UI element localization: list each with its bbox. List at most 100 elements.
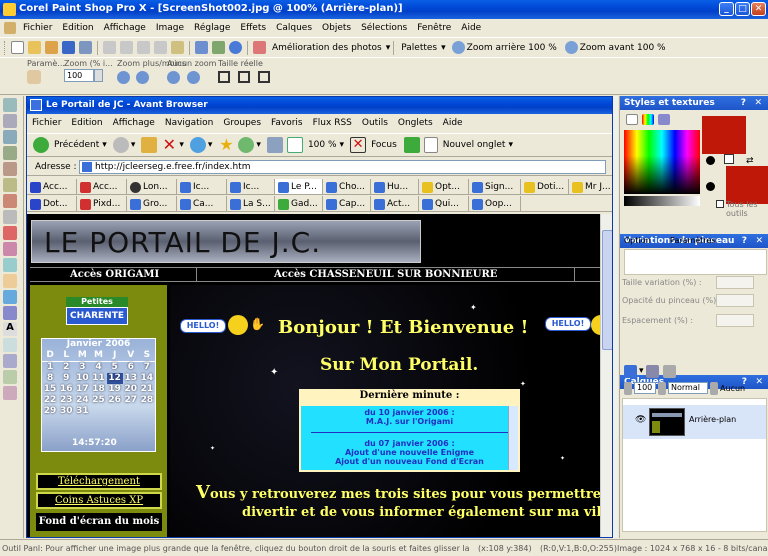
selection-tool[interactable] bbox=[3, 130, 17, 144]
news-scrollbar[interactable] bbox=[508, 406, 518, 470]
day-cell[interactable]: 1 bbox=[42, 362, 58, 373]
pan-tool-icon[interactable] bbox=[27, 70, 41, 84]
day-cell[interactable]: 14 bbox=[139, 373, 155, 384]
background-color-swatch[interactable] bbox=[726, 166, 768, 204]
tab-item[interactable]: Hu... bbox=[371, 179, 419, 194]
color-spectrum-picker[interactable] bbox=[624, 130, 700, 194]
texture-button-icon[interactable] bbox=[724, 154, 734, 164]
swatches-tab-icon[interactable] bbox=[658, 114, 670, 125]
browser-scrollbar[interactable] bbox=[600, 214, 612, 537]
paste-icon[interactable] bbox=[171, 41, 184, 54]
zoom-out-button[interactable]: Zoom arrière 100 % bbox=[467, 43, 557, 53]
straighten-tool[interactable] bbox=[3, 178, 17, 192]
zoom-window-icon[interactable] bbox=[187, 71, 200, 84]
day-cell[interactable]: 21 bbox=[139, 384, 155, 395]
lock-value[interactable]: Aucun bbox=[720, 384, 745, 393]
warp-brush-tool[interactable] bbox=[3, 370, 17, 384]
tab-item[interactable]: Dot... bbox=[27, 196, 77, 211]
color-replacer-tool[interactable] bbox=[3, 306, 17, 320]
chevron-down-icon[interactable]: ▾ bbox=[340, 140, 345, 150]
day-cell[interactable]: 31 bbox=[74, 406, 90, 417]
all-tools-checkbox[interactable] bbox=[716, 200, 724, 208]
day-cell[interactable]: 7 bbox=[139, 362, 155, 373]
focus-icon[interactable]: ✕ bbox=[350, 137, 367, 153]
day-cell[interactable]: 29 bbox=[42, 406, 58, 417]
red-eye-tool[interactable] bbox=[3, 194, 17, 208]
menu-reglage[interactable]: Réglage bbox=[189, 23, 235, 33]
day-cell[interactable]: 8 bbox=[42, 373, 58, 384]
forward-arrow-icon[interactable] bbox=[112, 137, 129, 153]
stop-icon[interactable]: ✕ bbox=[161, 137, 177, 153]
swap-colors-icon[interactable]: ⇄ bbox=[746, 156, 754, 166]
close-icon[interactable]: ✕ bbox=[754, 96, 762, 110]
zoom-out-icon[interactable] bbox=[451, 41, 465, 54]
back-arrow-icon[interactable] bbox=[33, 137, 49, 153]
menu-fichier[interactable]: Fichier bbox=[18, 23, 57, 33]
download-link-button[interactable]: Téléchargement bbox=[36, 473, 162, 490]
add-tab-icon[interactable] bbox=[403, 137, 420, 153]
day-cell[interactable]: 24 bbox=[74, 395, 90, 406]
chevron-down-icon[interactable]: ▾ bbox=[508, 140, 513, 150]
new-tab-button[interactable]: Nouvel onglet bbox=[443, 140, 506, 150]
crop-tool[interactable] bbox=[3, 162, 17, 176]
day-cell[interactable]: 6 bbox=[123, 362, 139, 373]
text-tool[interactable]: A bbox=[3, 322, 17, 336]
minimize-button[interactable]: _ bbox=[719, 2, 734, 16]
browser-zoom-value[interactable]: 100 % bbox=[308, 140, 337, 150]
day-cell[interactable]: 17 bbox=[74, 384, 90, 395]
new-layer-icon[interactable] bbox=[624, 364, 637, 378]
address-input[interactable]: http://jcleerseg.e.free.fr/index.htm bbox=[79, 160, 606, 174]
day-cell[interactable]: 19 bbox=[107, 384, 123, 395]
day-cell[interactable]: 30 bbox=[58, 406, 74, 417]
screenshot-icon[interactable] bbox=[195, 41, 208, 54]
paint-brush-tool[interactable] bbox=[3, 226, 17, 240]
day-cell[interactable]: 25 bbox=[90, 395, 106, 406]
eraser-tool[interactable] bbox=[3, 274, 17, 288]
info-icon[interactable] bbox=[229, 41, 242, 54]
tab-item[interactable]: Cap... bbox=[323, 196, 371, 211]
browser-menu-edition[interactable]: Edition bbox=[66, 118, 107, 128]
lighten-tool[interactable] bbox=[3, 258, 17, 272]
chevron-down-icon[interactable]: ▾ bbox=[386, 43, 391, 53]
undo-icon[interactable] bbox=[103, 41, 116, 54]
fit-image-icon[interactable] bbox=[258, 71, 270, 83]
mask-icon[interactable] bbox=[645, 364, 659, 378]
tab-item[interactable]: Ic... bbox=[177, 179, 227, 194]
tab-item[interactable]: Qui... bbox=[419, 196, 469, 211]
zoom-percent-input[interactable]: 100 bbox=[64, 69, 94, 82]
menu-image[interactable]: Image bbox=[151, 23, 189, 33]
day-cell[interactable]: 27 bbox=[123, 395, 139, 406]
zoom-in-button[interactable]: Zoom avant 100 % bbox=[580, 43, 666, 53]
menu-aide[interactable]: Aide bbox=[456, 23, 486, 33]
day-cell[interactable]: 28 bbox=[139, 395, 155, 406]
browser-menu-favoris[interactable]: Favoris bbox=[266, 118, 308, 128]
open-folder-icon[interactable] bbox=[28, 41, 41, 54]
back-button[interactable]: Précédent bbox=[54, 140, 99, 150]
day-cell[interactable]: 18 bbox=[90, 384, 106, 395]
scrollbar-thumb[interactable] bbox=[602, 230, 612, 350]
grayscale-strip[interactable] bbox=[624, 196, 700, 206]
tab-item[interactable]: Sign... bbox=[469, 179, 521, 194]
rainbow-tab-icon[interactable] bbox=[642, 114, 654, 125]
brush-variations-list[interactable] bbox=[624, 249, 767, 275]
tab-item[interactable]: Oop... bbox=[469, 196, 521, 211]
style-button-icon[interactable] bbox=[706, 182, 715, 191]
foreground-color-swatch[interactable] bbox=[702, 116, 746, 154]
browser-menu-onglets[interactable]: Onglets bbox=[393, 118, 438, 128]
browser-menu-groupes[interactable]: Groupes bbox=[218, 118, 266, 128]
layer-row-background[interactable]: 👁 Arrière-plan bbox=[623, 405, 766, 439]
day-cell-today[interactable]: 12 bbox=[106, 373, 123, 384]
document-menu-icon[interactable] bbox=[4, 21, 16, 34]
layer-opacity-input[interactable]: 100 bbox=[634, 382, 656, 394]
browser-menu-navigation[interactable]: Navigation bbox=[160, 118, 219, 128]
resize-icon[interactable] bbox=[212, 41, 225, 54]
day-cell[interactable]: 3 bbox=[74, 362, 90, 373]
browser-menu-outils[interactable]: Outils bbox=[357, 118, 393, 128]
preset-shape-tool[interactable] bbox=[3, 338, 17, 352]
day-cell[interactable]: 23 bbox=[58, 395, 74, 406]
pick-tool[interactable] bbox=[3, 114, 17, 128]
menu-effets[interactable]: Effets bbox=[235, 23, 271, 33]
xp-tips-link-button[interactable]: Coins Astuces XP bbox=[36, 492, 162, 509]
materials-palette-title[interactable]: Styles et textures? ✕ bbox=[620, 96, 768, 110]
visibility-eye-icon[interactable]: 👁 bbox=[635, 415, 646, 425]
